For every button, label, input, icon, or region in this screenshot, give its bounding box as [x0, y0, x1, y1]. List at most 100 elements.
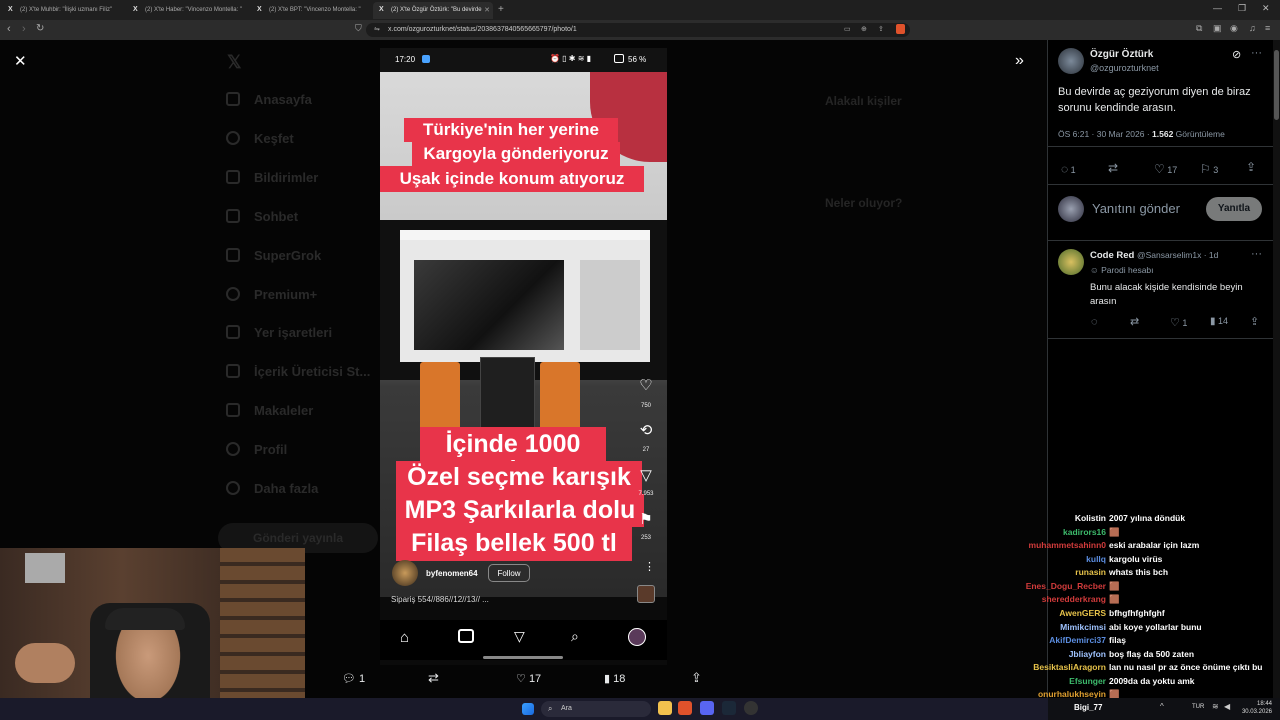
- send-icon[interactable]: ▽: [636, 466, 656, 484]
- nav-item-bookmarks[interactable]: Yer işaretleri: [226, 325, 332, 340]
- repost-action[interactable]: ⇄: [1130, 315, 1139, 328]
- nav-item-premium[interactable]: Premium+: [226, 287, 317, 302]
- reels-icon[interactable]: [458, 629, 474, 643]
- nav-item-creator-studio[interactable]: İçerik Üreticisi St...: [226, 364, 370, 379]
- reply-author-name[interactable]: Code Red: [1090, 250, 1134, 261]
- scrollbar-thumb[interactable]: [1274, 50, 1279, 120]
- search-icon: ⌕: [548, 704, 553, 713]
- clock-time: 18:44: [1256, 701, 1272, 707]
- reply-input[interactable]: Yanıtını gönder: [1092, 201, 1180, 216]
- reply-action[interactable]: ◌ 1: [1061, 162, 1076, 176]
- brave-shield-icon[interactable]: [896, 24, 905, 34]
- reload-icon[interactable]: ↻: [36, 23, 44, 34]
- file-explorer-icon[interactable]: [658, 701, 672, 715]
- tray-chevron-icon[interactable]: ^: [1160, 702, 1164, 711]
- more-options-icon[interactable]: ⋮: [644, 560, 655, 573]
- send-icon[interactable]: ▽: [514, 628, 525, 645]
- profile-icon[interactable]: ◉: [1230, 23, 1238, 34]
- expand-icon[interactable]: »: [1015, 52, 1024, 70]
- screen-icon[interactable]: ▭: [844, 25, 851, 33]
- repost-action[interactable]: ⇄: [428, 670, 439, 686]
- chart-icon: ▮: [604, 673, 611, 685]
- wallet-icon[interactable]: ▣: [1213, 23, 1222, 34]
- bookmark-icon: ⚐: [1200, 162, 1211, 176]
- forward-icon[interactable]: ›: [22, 23, 26, 35]
- close-tab-icon[interactable]: ✕: [484, 6, 490, 14]
- browser-tab-4[interactable]: X (2) X'te Özgür Öztürk: "Bu devirde ✕: [373, 2, 493, 19]
- browser-tab-1[interactable]: X (2) X'te Muhbir: "İlişki uzmanı Filiz": [2, 2, 124, 19]
- profile-avatar-icon[interactable]: [628, 628, 646, 646]
- grok-icon[interactable]: ⊘: [1232, 48, 1241, 61]
- search-icon[interactable]: ⌕: [571, 628, 579, 645]
- media-icon[interactable]: ♫: [1249, 23, 1256, 33]
- close-icon[interactable]: ✕: [14, 52, 27, 70]
- creator-avatar[interactable]: [392, 560, 418, 586]
- more-icon[interactable]: ···: [1251, 248, 1262, 260]
- share-action[interactable]: ⇪: [691, 670, 702, 686]
- nav-item-articles[interactable]: Makaleler: [226, 403, 313, 418]
- reply-author-avatar[interactable]: [1058, 249, 1084, 275]
- views-action[interactable]: ▮ 14: [1210, 316, 1228, 327]
- nav-item-profile[interactable]: Profil: [226, 442, 287, 457]
- minimize-icon[interactable]: —: [1213, 3, 1222, 13]
- bookmark-action[interactable]: ⚐ 3: [1200, 162, 1218, 176]
- bookmark-icon[interactable]: ⛉: [355, 23, 362, 34]
- zoom-icon[interactable]: ⊕: [861, 25, 867, 33]
- nav-item-more[interactable]: Daha fazla: [226, 481, 318, 496]
- creator-username[interactable]: byfenomen64: [426, 569, 478, 578]
- like-action[interactable]: ♡ 17: [1154, 162, 1177, 176]
- chat-user: AkifDemirci37: [1049, 635, 1106, 645]
- views-action[interactable]: ▮ 18: [604, 672, 625, 685]
- nav-label: SuperGrok: [254, 248, 322, 263]
- menu-icon[interactable]: ≡: [1265, 23, 1270, 33]
- brave-icon[interactable]: [678, 701, 692, 715]
- home-icon[interactable]: ⌂: [400, 629, 409, 646]
- nav-item-grok[interactable]: SuperGrok: [226, 248, 321, 263]
- nav-item-home[interactable]: Anasayfa: [226, 92, 312, 107]
- repost-icon[interactable]: ⟲: [636, 421, 656, 439]
- back-icon[interactable]: ‹: [7, 23, 11, 35]
- repost-action[interactable]: ⇄: [1108, 161, 1118, 175]
- reply-action[interactable]: ◌: [1091, 316, 1098, 328]
- browser-tab-2[interactable]: X (2) X'te Haber: "Vincenzo Montella: ": [127, 2, 249, 19]
- author-handle[interactable]: @ozgurozturknet: [1090, 63, 1159, 73]
- taskbar-search[interactable]: ⌕ Ara: [541, 701, 651, 717]
- reply-button[interactable]: Yanıtla: [1206, 197, 1262, 221]
- music-thumb[interactable]: [637, 585, 655, 603]
- author-avatar[interactable]: [1058, 48, 1084, 74]
- volume-icon[interactable]: ◀: [1224, 702, 1230, 711]
- wifi-icon[interactable]: ≋: [1212, 702, 1219, 711]
- like-action[interactable]: ♡ 1: [1170, 316, 1187, 329]
- nav-item-chat[interactable]: Sohbet: [226, 209, 298, 224]
- browser-tab-3[interactable]: X (2) X'te BPT: "Vincenzo Montella: ": [251, 2, 373, 19]
- share-icon[interactable]: ⇪: [878, 25, 884, 33]
- bookmark-icon: [226, 325, 240, 339]
- like-action[interactable]: ♡ 17: [516, 672, 541, 685]
- reply-action[interactable]: 💬︎ 1: [342, 672, 365, 685]
- extensions-icon[interactable]: ⧉: [1196, 23, 1202, 34]
- heart-icon[interactable]: ♡: [636, 376, 656, 394]
- grok-icon: [226, 248, 240, 262]
- reply-author-handle[interactable]: @Sansarselim1x · 1d: [1137, 250, 1218, 260]
- nav-item-explore[interactable]: Keşfet: [226, 131, 294, 146]
- maximize-icon[interactable]: ❐: [1238, 3, 1246, 14]
- obs-icon[interactable]: [744, 701, 758, 715]
- share-action[interactable]: ⇪: [1246, 160, 1256, 174]
- url-input[interactable]: ⇋ x.com/ozgurozturknet/status/2038637840…: [366, 23, 910, 37]
- nav-item-notifications[interactable]: Bildirimler: [226, 170, 318, 185]
- start-icon[interactable]: [522, 703, 534, 715]
- home-icon: [226, 92, 240, 106]
- nav-label: Yer işaretleri: [254, 325, 333, 340]
- author-name[interactable]: Özgür Öztürk: [1090, 49, 1153, 60]
- new-tab-icon[interactable]: +: [498, 4, 504, 15]
- share-action[interactable]: ⇪: [1250, 315, 1259, 328]
- save-icon[interactable]: ⚑: [636, 510, 656, 528]
- language-indicator[interactable]: TUR: [1192, 704, 1204, 710]
- discord-icon[interactable]: [700, 701, 714, 715]
- follow-button[interactable]: Follow: [488, 564, 530, 582]
- clock[interactable]: 18:44 30.03.2026: [1240, 700, 1272, 716]
- steam-icon[interactable]: [722, 701, 736, 715]
- site-info-icon[interactable]: ⇋: [374, 25, 380, 33]
- more-icon[interactable]: ···: [1251, 47, 1262, 59]
- close-window-icon[interactable]: ✕: [1262, 3, 1270, 14]
